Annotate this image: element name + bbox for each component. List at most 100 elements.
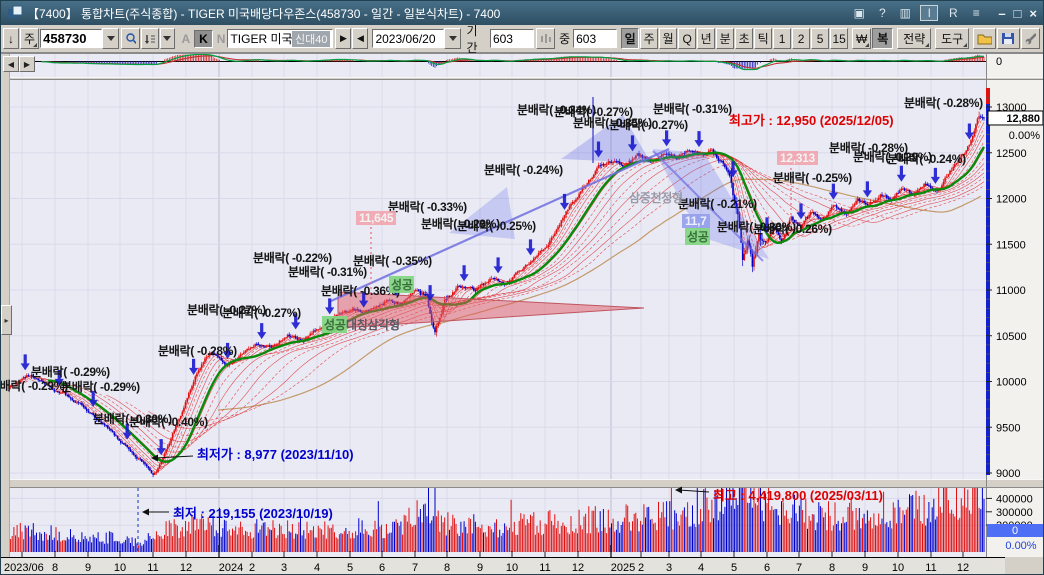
maximize-button[interactable]: □ (1014, 6, 1022, 21)
svg-text:2024: 2024 (219, 562, 243, 574)
scroll-down-button[interactable]: ↓ (3, 28, 19, 49)
menu-list-icon[interactable]: ≡ (968, 6, 984, 20)
period-label: 기간 (466, 22, 487, 56)
count-label: 중 (559, 30, 570, 47)
window-buttons: –□ × (998, 6, 1037, 21)
link-dropdown-button[interactable] (160, 28, 176, 49)
app-icon (7, 5, 23, 21)
svg-text:11500: 11500 (996, 239, 1026, 251)
stock-code-combo[interactable] (40, 28, 119, 49)
svg-text:8: 8 (52, 562, 58, 574)
pane-left-button[interactable]: ◀ (3, 56, 19, 72)
svg-text:12500: 12500 (996, 148, 1027, 160)
credit-badge: 신대40 (292, 31, 330, 47)
pin-icon[interactable]: I (920, 5, 938, 21)
flag-n: N (217, 32, 226, 46)
svg-text:9500: 9500 (996, 422, 1020, 434)
candle-width-button[interactable] (536, 28, 555, 49)
timeframe-분[interactable]: 분 (716, 28, 734, 49)
flag-k[interactable]: K (194, 30, 213, 48)
chevron-down-icon (107, 36, 115, 45)
svg-text:300000: 300000 (996, 507, 1033, 519)
period-input[interactable] (490, 29, 534, 48)
floppy-disk-icon (1001, 32, 1015, 45)
flag-a: A (181, 32, 190, 46)
pane-right-button[interactable]: ▶ (19, 56, 35, 72)
svg-text:10: 10 (114, 562, 126, 574)
folder-icon (977, 32, 992, 45)
timeframe-1[interactable]: 1 (773, 28, 791, 49)
window-title: 【7400】 통합차트(주식종합) - TIGER 미국배당다우존스(45873… (27, 5, 500, 22)
minimize-button[interactable]: – (998, 6, 1005, 21)
timeframe-Q[interactable]: Q (678, 28, 696, 49)
date-input[interactable] (372, 29, 444, 48)
price-chart-canvas[interactable]: 1300012500120001150011000105001000095009… (1, 53, 1044, 575)
chart-window: 【7400】 통합차트(주식종합) - TIGER 미국배당다우존스(45873… (0, 0, 1044, 575)
capture-icon[interactable]: ▣ (851, 6, 867, 20)
timeframe-15[interactable]: 15 (830, 28, 848, 49)
timeframe-주[interactable]: 주 (640, 28, 658, 49)
timeframe-2[interactable]: 2 (792, 28, 810, 49)
svg-text:2: 2 (249, 562, 255, 574)
count-input[interactable] (573, 29, 617, 48)
help-icon[interactable]: ? (874, 6, 890, 20)
svg-text:12,880: 12,880 (1006, 113, 1040, 125)
window-mode-icon[interactable]: ▥ (897, 6, 913, 20)
svg-text:0: 0 (1012, 525, 1018, 537)
timeframe-틱[interactable]: 틱 (754, 28, 772, 49)
interest-link-button[interactable] (141, 28, 158, 49)
svg-text:2025: 2025 (611, 562, 635, 574)
search-button[interactable] (121, 28, 140, 49)
cycle-button[interactable]: 주 (20, 28, 39, 49)
svg-text:11: 11 (925, 562, 936, 574)
next-stock-button[interactable]: ▶ (335, 28, 351, 49)
svg-text:10000: 10000 (996, 377, 1027, 389)
chart-area[interactable]: 1300012500120001150011000105001000095009… (1, 53, 1044, 575)
svg-text:9: 9 (862, 562, 868, 574)
timeframe-년[interactable]: 년 (697, 28, 715, 49)
svg-text:9000: 9000 (996, 468, 1020, 480)
svg-text:0.00%: 0.00% (1009, 130, 1040, 142)
restore-button[interactable]: 복 (872, 28, 893, 49)
timeframe-초[interactable]: 초 (735, 28, 753, 49)
titlebar[interactable]: 【7400】 통합차트(주식종합) - TIGER 미국배당다우존스(45873… (1, 1, 1043, 25)
svg-text:9: 9 (85, 562, 91, 574)
svg-text:10500: 10500 (996, 331, 1027, 343)
won-display-button[interactable]: ₩ (852, 28, 871, 49)
svg-text:3: 3 (281, 562, 287, 574)
strategy-button[interactable]: 전략 (897, 28, 931, 49)
svg-text:7: 7 (412, 562, 418, 574)
svg-text:10: 10 (892, 562, 904, 574)
timeframe-buttons: 일주월Q년분초틱12515 (621, 28, 849, 49)
svg-text:3: 3 (666, 562, 672, 574)
save-chart-button[interactable] (997, 28, 1020, 49)
open-chart-button[interactable] (973, 28, 996, 49)
toolbar: ↓ 주 A K N 신대40 ▶ ◀ 기간 중 일주월 (1, 25, 1043, 53)
svg-text:0.00%: 0.00% (1005, 540, 1036, 552)
svg-text:11: 11 (539, 562, 550, 574)
settings-button[interactable] (1021, 28, 1040, 49)
date-dropdown-button[interactable] (444, 28, 461, 49)
svg-text:12: 12 (180, 562, 192, 574)
stock-code-input[interactable] (40, 29, 102, 48)
timeframe-일[interactable]: 일 (621, 28, 639, 49)
stock-name-field[interactable]: 신대40 (227, 29, 333, 48)
timeframe-월[interactable]: 월 (659, 28, 677, 49)
left-panel-expander[interactable]: ▸ (1, 305, 12, 335)
prev-stock-button[interactable]: ◀ (352, 28, 368, 49)
code-dropdown-button[interactable] (102, 28, 119, 49)
close-button[interactable]: × (1029, 6, 1037, 21)
down-arrow-icon: ↓ (8, 32, 14, 46)
svg-text:8: 8 (444, 562, 450, 574)
titlebar-icons: ▣? ▥ IR ≡ (851, 5, 984, 21)
svg-text:5: 5 (347, 562, 353, 574)
date-combo[interactable] (372, 28, 461, 49)
resource-icon[interactable]: R (945, 6, 961, 20)
svg-text:8: 8 (829, 562, 835, 574)
tools-button[interactable]: 도구 (935, 28, 969, 49)
svg-text:6: 6 (764, 562, 770, 574)
timeframe-5[interactable]: 5 (811, 28, 829, 49)
search-icon (125, 32, 136, 45)
svg-text:2023/06: 2023/06 (4, 562, 44, 574)
svg-text:9: 9 (477, 562, 483, 574)
